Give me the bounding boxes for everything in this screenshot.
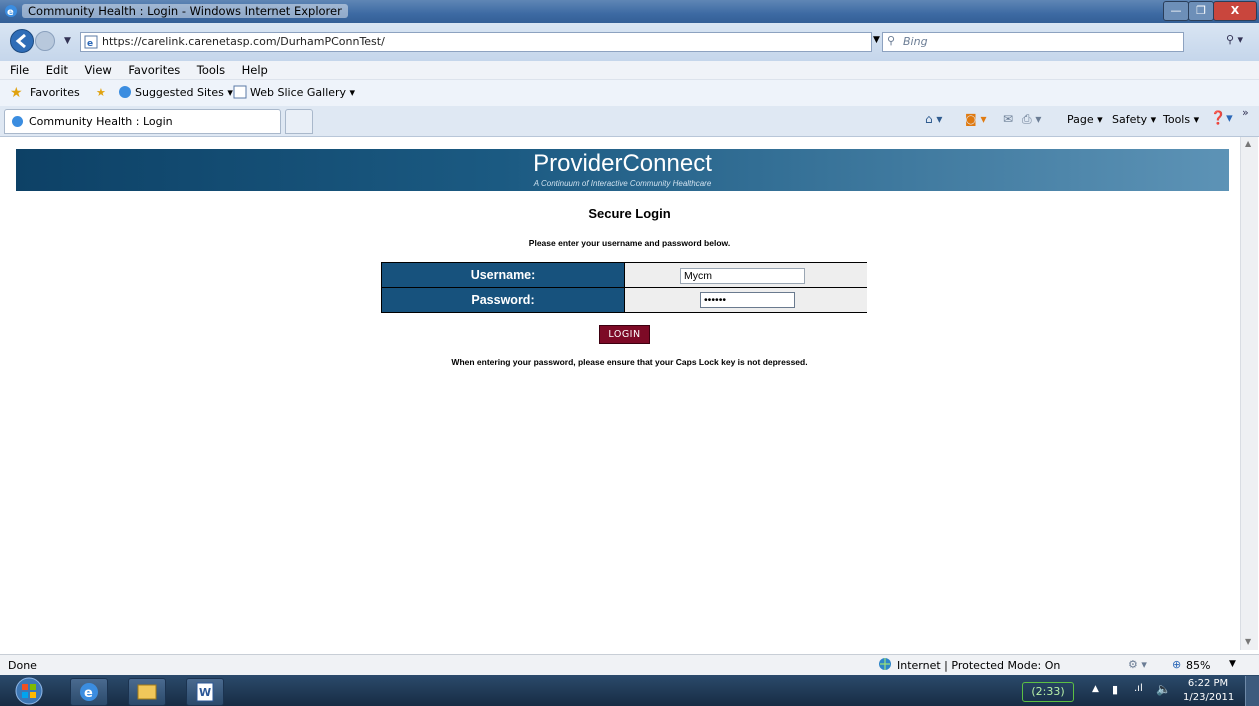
search-icon: ⚲ [887,34,896,47]
battery-timer[interactable]: (2:33) [1022,682,1074,702]
menu-favorites[interactable]: Favorites [128,63,180,77]
window-title: Community Health : Login - Windows Inter… [22,4,348,18]
username-cell: Mycm [624,263,867,288]
address-bar[interactable]: e https://carelink.carenetasp.com/Durham… [80,32,957,52]
zoom-level[interactable]: 85% [1186,659,1210,672]
recent-pages-icon[interactable]: ▼ [64,36,71,46]
scroll-down-icon[interactable]: ▼ [1245,637,1251,646]
battery-icon[interactable]: ▮ [1112,683,1118,696]
username-input[interactable]: Mycm [680,268,805,284]
page-icon: e [84,35,98,49]
minimize-button[interactable]: — [1163,1,1189,21]
banner-title: ProviderConnect [533,150,712,177]
password-label: Password: [382,288,624,312]
status-bar: Done Internet | Protected Mode: On ⚙ ▾ ⊕… [0,654,1259,675]
globe-icon [878,657,892,671]
svg-text:e: e [7,7,14,18]
svg-text:e: e [84,686,93,701]
suggested-sites-icon [118,85,132,99]
zoom-dropdown-icon[interactable]: ▼ [1229,659,1236,669]
feeds-icon[interactable]: ◙ ▾ [965,112,986,126]
svg-text:e: e [87,39,93,49]
banner-subtitle: A Continuum of Interactive Community Hea… [533,179,712,188]
mail-icon[interactable]: ✉ [1003,112,1013,126]
maximize-button[interactable]: ❐ [1188,1,1214,21]
show-desktop-button[interactable] [1245,676,1259,706]
web-slice-gallery-link[interactable]: Web Slice Gallery ▾ [250,86,355,99]
volume-icon[interactable]: 🔈 [1156,682,1171,696]
provider-connect-banner: ProviderConnect A Continuum of Interacti… [16,149,1229,191]
password-cell: •••••• [624,288,867,312]
taskbar-explorer-icon[interactable] [128,678,166,706]
password-input[interactable]: •••••• [700,292,795,308]
menu-view[interactable]: View [85,63,112,77]
home-icon[interactable]: ⌂ ▾ [925,112,942,126]
ie-logo-icon: e [4,4,18,18]
tab-community-health-login[interactable]: Community Health : Login [4,109,281,134]
new-tab-button[interactable] [285,109,313,134]
start-button[interactable] [14,677,44,705]
favorites-star-icon[interactable]: ★ [10,85,23,101]
tab-label[interactable]: Community Health : Login [29,115,173,128]
username-label: Username: [382,263,624,288]
security-zone[interactable]: Internet | Protected Mode: On [897,659,1060,672]
menu-tools[interactable]: Tools [197,63,225,77]
window-title-bar: e Community Health : Login - Windows Int… [0,0,1259,23]
forward-button[interactable] [35,31,55,51]
search-box[interactable]: ⚲ Bing [882,32,1184,52]
login-button[interactable]: LOGIN [599,325,650,344]
favorites-button[interactable]: Favorites [30,86,80,99]
zone-settings-icon[interactable]: ⚙ ▾ [1128,658,1147,671]
search-go-icon[interactable]: ⚲ ▾ [1226,33,1243,46]
caps-lock-note: When entering your password, please ensu… [451,357,808,367]
network-icon[interactable]: .ıl [1134,683,1143,694]
status-text: Done [8,659,37,672]
back-button[interactable] [10,29,34,53]
address-dropdown-icon[interactable]: ▼ [873,35,880,45]
search-placeholder[interactable]: Bing [903,35,928,48]
taskbar-ie-icon[interactable]: e [70,678,108,706]
suggested-sites-link[interactable]: Suggested Sites ▾ [135,86,233,99]
clock-time[interactable]: 6:22 PM [1185,678,1231,689]
help-icon[interactable]: ❓▾ [1210,111,1233,126]
print-icon[interactable]: ⎙ ▾ [1022,112,1041,127]
menu-edit[interactable]: Edit [46,63,68,77]
login-form-table: Username: Mycm Password: •••••• [381,262,867,313]
menu-help[interactable]: Help [242,63,268,77]
web-slice-icon [233,85,247,99]
menu-file[interactable]: File [10,63,29,77]
address-url[interactable]: https://carelink.carenetasp.com/DurhamPC… [102,35,385,48]
show-hidden-icons[interactable]: ▲ [1092,684,1099,694]
svg-text:W: W [199,686,211,699]
taskbar-word-icon[interactable]: W [186,678,224,706]
close-button[interactable]: X [1213,1,1257,21]
login-instructions: Please enter your username and password … [528,238,731,248]
safety-menu[interactable]: Safety ▾ [1112,113,1156,126]
tab-ie-icon [11,115,24,128]
command-overflow[interactable]: » [1242,106,1249,119]
clock-date[interactable]: 1/23/2011 [1183,692,1234,703]
menu-bar: File Edit View Favorites Tools Help [0,61,1259,80]
add-favorite-icon[interactable]: ★ [96,86,106,99]
page-menu[interactable]: Page ▾ [1067,113,1103,126]
page-heading: Secure Login [588,206,671,221]
tools-menu[interactable]: Tools ▾ [1163,113,1199,126]
scroll-up-icon[interactable]: ▲ [1245,139,1251,148]
zoom-icon[interactable]: ⊕ [1172,658,1181,671]
favorites-bar: ★ Favorites ★ Suggested Sites ▾ Web Slic… [0,80,1259,107]
